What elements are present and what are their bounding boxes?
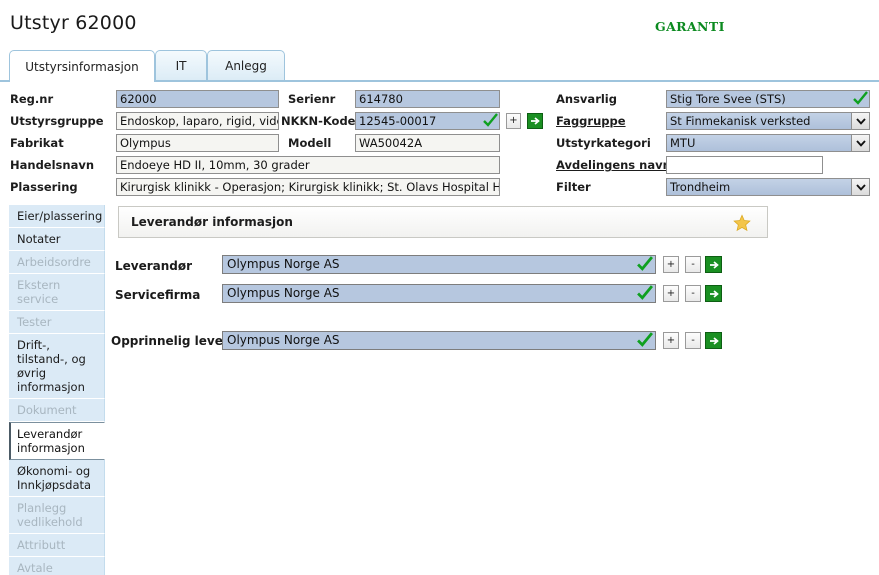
page-header: Utstyr 62000 GARANTI bbox=[0, 0, 879, 48]
tab-label: Anlegg bbox=[225, 58, 267, 73]
label-avdelingens-navn[interactable]: Avdelingens navn bbox=[556, 156, 671, 174]
sidebar-item-label: Notater bbox=[17, 232, 61, 246]
field-handelsnavn[interactable]: Endoeye HD II, 10mm, 30 grader bbox=[116, 156, 500, 174]
sidebar-item-label: Arbeidsordre bbox=[17, 255, 91, 269]
label-filter: Filter bbox=[556, 180, 591, 194]
goto-servicefirma-icon[interactable] bbox=[705, 285, 722, 302]
sidebar-item-dokument: Dokument bbox=[9, 399, 105, 422]
label-servicefirma: Servicefirma bbox=[115, 288, 201, 302]
label-ansvarlig: Ansvarlig bbox=[556, 92, 617, 106]
sidebar-item-avtale: Avtale bbox=[9, 557, 105, 575]
sidebar-item-label: Avtale bbox=[17, 561, 53, 575]
sidebar-item-drift-tilstand[interactable]: Drift-, tilstand-, og øvrig informasjon bbox=[9, 334, 105, 399]
tab-bar: Utstyrsinformasjon IT Anlegg bbox=[0, 48, 879, 84]
sidebar-item-label: Tester bbox=[17, 315, 52, 329]
page-title: Utstyr 62000 bbox=[10, 12, 137, 34]
tab-it[interactable]: IT bbox=[155, 50, 207, 80]
faggruppe-value: St Finmekanisk verksted bbox=[670, 114, 811, 128]
tab-utstyrsinformasjon[interactable]: Utstyrsinformasjon bbox=[9, 50, 155, 84]
label-utstyrsgruppe: Utstyrsgruppe bbox=[10, 114, 104, 128]
label-serienr: Serienr bbox=[288, 92, 336, 106]
tab-label: Utstyrsinformasjon bbox=[25, 59, 139, 74]
field-fabrikat[interactable]: Olympus bbox=[116, 134, 279, 152]
label-handelsnavn: Handelsnavn bbox=[10, 158, 95, 172]
field-servicefirma[interactable]: Olympus Norge AS bbox=[222, 284, 656, 303]
field-leverandor[interactable]: Olympus Norge AS bbox=[222, 255, 656, 274]
sidebar-item-label: Drift-, tilstand-, og øvrig informasjon bbox=[17, 338, 86, 394]
sidebar-item-label: Dokument bbox=[17, 403, 77, 417]
application-window: Utstyr 62000 GARANTI Utstyrsinformasjon … bbox=[0, 0, 879, 575]
label-faggruppe[interactable]: Faggruppe bbox=[556, 112, 626, 130]
utstyrkategori-value: MTU bbox=[670, 136, 696, 150]
field-ansvarlig[interactable]: Stig Tore Svee (STS) bbox=[666, 90, 870, 108]
filter-value: Trondheim bbox=[670, 180, 731, 194]
tab-anlegg[interactable]: Anlegg bbox=[207, 50, 285, 80]
chevron-down-icon[interactable] bbox=[851, 113, 869, 129]
supplier-panel-header: Leverandør informasjon bbox=[118, 206, 768, 238]
field-plassering[interactable]: Kirurgisk klinikk - Operasjon; Kirurgisk… bbox=[116, 178, 500, 196]
panel-title: Leverandør informasjon bbox=[131, 215, 293, 229]
section-sidebar: Eier/plassering Notater Arbeidsordre Eks… bbox=[9, 205, 105, 575]
chevron-down-icon[interactable] bbox=[851, 135, 869, 151]
field-filter[interactable]: Trondheim bbox=[666, 178, 870, 196]
sidebar-item-label: Planlegg vedlikehold bbox=[17, 501, 83, 529]
remove-servicefirma-button[interactable]: - bbox=[685, 285, 701, 302]
sidebar-item-label: Attributt bbox=[17, 538, 66, 552]
sidebar-item-label: Leverandør informasjon bbox=[17, 427, 85, 455]
sidebar-item-ekstern-service: Ekstern service bbox=[9, 274, 105, 311]
label-utstyrkategori: Utstyrkategori bbox=[556, 136, 651, 150]
field-utstyrkategori[interactable]: MTU bbox=[666, 134, 870, 152]
label-opprinnelig-leverandor: Opprinnelig lever bbox=[111, 334, 229, 348]
sidebar-item-planlegg-vedlikehold: Planlegg vedlikehold bbox=[9, 497, 105, 534]
goto-opprinnelig-leverandor-icon[interactable] bbox=[705, 332, 722, 349]
label-regnr: Reg.nr bbox=[10, 92, 54, 106]
sidebar-item-label: Ekstern service bbox=[17, 278, 61, 306]
label-plassering: Plassering bbox=[10, 180, 78, 194]
add-servicefirma-button[interactable]: + bbox=[663, 285, 679, 302]
field-regnr[interactable]: 62000 bbox=[116, 90, 279, 108]
chevron-down-icon[interactable] bbox=[851, 179, 869, 195]
label-nkkn-kode: NKKN-Kode bbox=[281, 114, 356, 128]
sidebar-item-label: Eier/plassering bbox=[17, 209, 103, 223]
sidebar-item-attributt: Attributt bbox=[9, 534, 105, 557]
sidebar-item-okonomi-innkjopsdata[interactable]: Økonomi- og Innkjøpsdata bbox=[9, 460, 105, 497]
tab-label: IT bbox=[175, 58, 187, 73]
sidebar-item-notater[interactable]: Notater bbox=[9, 228, 105, 251]
label-fabrikat: Fabrikat bbox=[10, 136, 64, 150]
goto-nkkn-icon[interactable] bbox=[527, 113, 543, 129]
sidebar-item-leverandor-informasjon[interactable]: Leverandør informasjon bbox=[9, 422, 105, 460]
sidebar-item-eier-plassering[interactable]: Eier/plassering bbox=[9, 205, 105, 228]
field-opprinnelig-leverandor[interactable]: Olympus Norge AS bbox=[222, 331, 656, 350]
field-serienr[interactable]: 614780 bbox=[355, 90, 500, 108]
favorite-star-icon[interactable] bbox=[733, 214, 751, 236]
field-faggruppe[interactable]: St Finmekanisk verksted bbox=[666, 112, 870, 130]
field-avdelingens-navn[interactable] bbox=[666, 156, 823, 174]
warranty-badge: GARANTI bbox=[655, 19, 725, 34]
goto-leverandor-icon[interactable] bbox=[705, 256, 722, 273]
sidebar-item-label: Økonomi- og Innkjøpsdata bbox=[17, 464, 92, 492]
field-modell[interactable]: WA50042A bbox=[355, 134, 500, 152]
label-leverandor: Leverandør bbox=[115, 259, 193, 273]
remove-opprinnelig-leverandor-button[interactable]: - bbox=[685, 332, 701, 349]
sidebar-item-tester: Tester bbox=[9, 311, 105, 334]
field-utstyrsgruppe[interactable]: Endoskop, laparo, rigid, vide bbox=[116, 112, 279, 130]
label-modell: Modell bbox=[288, 136, 332, 150]
add-nkkn-button[interactable]: + bbox=[506, 113, 521, 129]
add-opprinnelig-leverandor-button[interactable]: + bbox=[663, 332, 679, 349]
sidebar-item-arbeidsordre: Arbeidsordre bbox=[9, 251, 105, 274]
field-nkkn-kode[interactable]: 12545-00017 bbox=[355, 112, 500, 130]
add-leverandor-button[interactable]: + bbox=[663, 256, 679, 273]
remove-leverandor-button[interactable]: - bbox=[685, 256, 701, 273]
